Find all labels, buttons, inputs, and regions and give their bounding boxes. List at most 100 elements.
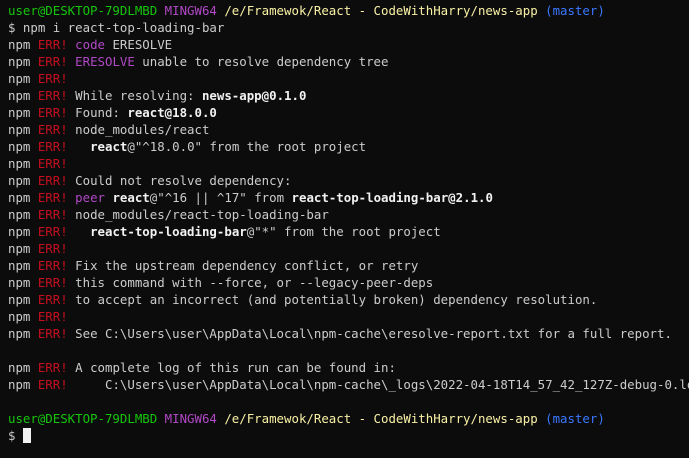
terminal-text: ERR! [37, 139, 68, 154]
terminal-text: ERR! [37, 292, 68, 307]
terminal-text: A complete log of this run can be found … [67, 360, 396, 375]
terminal-text: ERR! [37, 190, 68, 205]
terminal-text: to accept an incorrect (and potentially … [67, 292, 598, 307]
terminal-line: npm ERR! [8, 155, 689, 172]
terminal-text: npm [8, 292, 38, 307]
terminal-text: npm [8, 275, 38, 290]
terminal-text: (master) [545, 3, 605, 18]
terminal-line: user@DESKTOP-79DLMBD MINGW64 /e/Framewok… [8, 410, 689, 427]
terminal-text: C:\Users\user\AppData\Local\npm-cache\_l… [67, 377, 689, 392]
terminal-text: node_modules/react-top-loading-bar [67, 207, 329, 222]
terminal-text: npm [8, 377, 38, 392]
terminal-text: npm [8, 224, 38, 239]
terminal-text: npm [8, 309, 38, 324]
terminal-text: ERR! [37, 360, 68, 375]
terminal-text: ERR! [37, 275, 68, 290]
terminal-text: npm [8, 105, 38, 120]
terminal-text: npm [8, 173, 38, 188]
terminal-text: $ npm i react-top-loading-bar [8, 20, 225, 35]
terminal-text: peer [75, 190, 105, 205]
text-cursor [22, 428, 31, 443]
terminal-text: @"*" from the root project [246, 224, 441, 239]
terminal-text: While resolving: [67, 88, 202, 103]
terminal-text: ERR! [37, 105, 68, 120]
terminal-line: npm ERR! to accept an incorrect (and pot… [8, 291, 689, 308]
terminal-text: ERR! [37, 258, 68, 273]
terminal-text: user@DESKTOP-79DLMBD [8, 3, 165, 18]
terminal-text: MINGW64 [164, 411, 225, 426]
terminal-line: npm ERR! While resolving: news-app@0.1.0 [8, 87, 689, 104]
terminal-text: /e/Framewok/React - CodeWithHarry/news-a… [224, 3, 546, 18]
terminal-text: npm [8, 139, 38, 154]
terminal-line: npm ERR! ERESOLVE unable to resolve depe… [8, 53, 689, 70]
terminal-text: ERR! [37, 71, 68, 86]
terminal-text: See C:\Users\user\AppData\Local\npm-cach… [67, 326, 672, 341]
terminal-text: @"^16 || ^17" from [149, 190, 292, 205]
terminal-text: react-top-loading-bar [90, 224, 247, 239]
terminal-text: code [75, 37, 105, 52]
terminal-line: npm ERR! node_modules/react-top-loading-… [8, 206, 689, 223]
terminal-line: npm ERR! code ERESOLVE [8, 36, 689, 53]
terminal-text: ERR! [37, 224, 68, 239]
terminal-text: react@18.0.0 [127, 105, 217, 120]
terminal-text: react [90, 139, 128, 154]
terminal-line: npm ERR! [8, 240, 689, 257]
terminal-text: npm [8, 241, 38, 256]
terminal-text: npm [8, 156, 38, 171]
terminal-text: node_modules/react [67, 122, 210, 137]
terminal-line: npm ERR! C:\Users\user\AppData\Local\npm… [8, 376, 689, 393]
terminal-text: react-top-loading-bar@2.1.0 [291, 190, 493, 205]
terminal-text: npm [8, 88, 38, 103]
terminal-output[interactable]: user@DESKTOP-79DLMBD MINGW64 /e/Framewok… [0, 0, 689, 458]
terminal-text: npm [8, 54, 38, 69]
terminal-line: npm ERR! [8, 308, 689, 325]
terminal-text: Found: [67, 105, 128, 120]
terminal-text: user@DESKTOP-79DLMBD [8, 411, 165, 426]
terminal-text: npm [8, 360, 38, 375]
terminal-text: react [112, 190, 150, 205]
terminal-line: npm ERR! Fix the upstream dependency con… [8, 257, 689, 274]
terminal-line: npm ERR! node_modules/react [8, 121, 689, 138]
terminal-text: ERR! [37, 156, 68, 171]
terminal-text: npm [8, 326, 38, 341]
terminal-text: ERR! [37, 241, 68, 256]
terminal-text: npm [8, 207, 38, 222]
terminal-line: user@DESKTOP-79DLMBD MINGW64 /e/Framewok… [8, 2, 689, 19]
terminal-text: npm [8, 190, 38, 205]
terminal-text: ERR! [37, 173, 68, 188]
terminal-line: npm ERR! this command with --force, or -… [8, 274, 689, 291]
terminal-text: this command with --force, or --legacy-p… [67, 275, 434, 290]
terminal-line: $ [8, 427, 689, 444]
terminal-line: npm ERR! Could not resolve dependency: [8, 172, 689, 189]
terminal-text: ERESOLVE [75, 54, 135, 69]
terminal-text: @"^18.0.0" from the root project [127, 139, 367, 154]
terminal-text: news-app@0.1.0 [201, 88, 307, 103]
terminal-text: ERESOLVE [105, 37, 173, 52]
terminal-line: npm ERR! See C:\Users\user\AppData\Local… [8, 325, 689, 342]
terminal-text: ERR! [37, 122, 68, 137]
terminal-line: npm ERR! [8, 70, 689, 87]
terminal-line: npm ERR! peer react@"^16 || ^17" from re… [8, 189, 689, 206]
terminal-text: ERR! [37, 377, 68, 392]
terminal-text: $ [8, 428, 23, 443]
terminal-line: npm ERR! A complete log of this run can … [8, 359, 689, 376]
terminal-line: npm ERR! Found: react@18.0.0 [8, 104, 689, 121]
terminal-text: ERR! [37, 326, 68, 341]
terminal-text: (master) [545, 411, 605, 426]
terminal-text: unable to resolve dependency tree [134, 54, 389, 69]
terminal-text: ERR! [37, 309, 68, 324]
terminal-line: $ npm i react-top-loading-bar [8, 19, 689, 36]
terminal-text: /e/Framewok/React - CodeWithHarry/news-a… [224, 411, 546, 426]
terminal-text: npm [8, 71, 38, 86]
terminal-text: npm [8, 122, 38, 137]
terminal-line: npm ERR! react@"^18.0.0" from the root p… [8, 138, 689, 155]
terminal-text: npm [8, 258, 38, 273]
terminal-text: Could not resolve dependency: [67, 173, 292, 188]
terminal-text: ERR! [37, 37, 68, 52]
terminal-line: npm ERR! react-top-loading-bar@"*" from … [8, 223, 689, 240]
terminal-text: Fix the upstream dependency conflict, or… [67, 258, 419, 273]
